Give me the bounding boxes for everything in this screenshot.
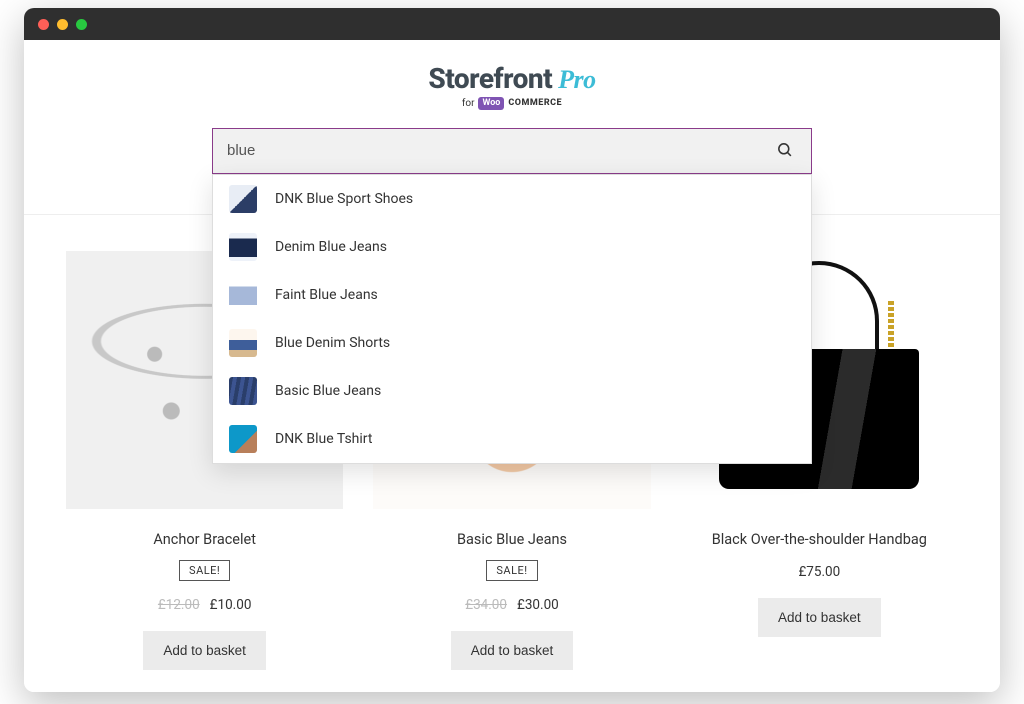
site-header: Storefront Pro for Woo COMMERCE (24, 40, 1000, 120)
suggestion-label: Basic Blue Jeans (275, 383, 381, 399)
add-to-basket-button[interactable]: Add to basket (758, 598, 881, 637)
page-viewport: Storefront Pro for Woo COMMERCE (24, 40, 1000, 692)
close-icon[interactable] (38, 19, 49, 30)
old-price: £12.00 (158, 597, 200, 613)
suggestion-item[interactable]: Blue Denim Shorts (213, 319, 811, 367)
suggestion-item[interactable]: Denim Blue Jeans (213, 223, 811, 271)
sale-badge: SALE! (179, 560, 230, 581)
suggestion-item[interactable]: Faint Blue Jeans (213, 271, 811, 319)
minimize-icon[interactable] (57, 19, 68, 30)
logo-suffix: Pro (552, 65, 596, 94)
suggestion-thumb (229, 425, 257, 453)
search-button[interactable] (772, 137, 797, 165)
site-logo: Storefront Pro (428, 62, 595, 95)
logo-brand: Storefront (428, 62, 552, 95)
search-container: DNK Blue Sport ShoesDenim Blue JeansFain… (212, 128, 812, 174)
search-suggestions: DNK Blue Sport Shoes Denim Blue Jeans Fain… (212, 174, 812, 464)
price: £75.00 (798, 564, 840, 580)
sale-badge: SALE! (486, 560, 537, 581)
suggestion-item[interactable]: DNK Blue Tshirt (213, 415, 811, 463)
logo-commerce: COMMERCE (508, 98, 562, 108)
suggestion-label: DNK Blue Tshirt (275, 431, 372, 447)
logo-subtitle: for Woo COMMERCE (462, 97, 562, 110)
suggestion-thumb (229, 329, 257, 357)
woo-badge: Woo (478, 97, 504, 110)
suggestion-label: DNK Blue Sport Shoes (275, 191, 413, 207)
price-row: £75.00 (798, 564, 840, 580)
suggestion-label: Faint Blue Jeans (275, 287, 378, 303)
browser-window: Storefront Pro for Woo COMMERCE (24, 8, 1000, 692)
add-to-basket-button[interactable]: Add to basket (451, 631, 574, 670)
old-price: £34.00 (465, 597, 507, 613)
product-title[interactable]: Black Over-the-shoulder Handbag (712, 531, 927, 548)
suggestion-item[interactable]: DNK Blue Sport Shoes (213, 175, 811, 223)
search-icon (776, 146, 793, 161)
search-bar (212, 128, 812, 174)
suggestion-label: Denim Blue Jeans (275, 239, 387, 255)
suggestion-thumb (229, 377, 257, 405)
price-row: £34.00 £30.00 (465, 597, 559, 613)
search-input[interactable] (227, 142, 772, 159)
suggestion-thumb (229, 185, 257, 213)
price-row: £12.00 £10.00 (158, 597, 252, 613)
suggestion-item[interactable]: Basic Blue Jeans (213, 367, 811, 415)
add-to-basket-button[interactable]: Add to basket (143, 631, 266, 670)
product-title[interactable]: Anchor Bracelet (153, 531, 256, 548)
suggestion-label: Blue Denim Shorts (275, 335, 390, 351)
maximize-icon[interactable] (76, 19, 87, 30)
logo-for: for (462, 98, 475, 109)
suggestion-thumb (229, 281, 257, 309)
price: £10.00 (210, 597, 252, 613)
product-title[interactable]: Basic Blue Jeans (457, 531, 567, 548)
suggestion-thumb (229, 233, 257, 261)
price: £30.00 (517, 597, 559, 613)
window-titlebar (24, 8, 1000, 40)
